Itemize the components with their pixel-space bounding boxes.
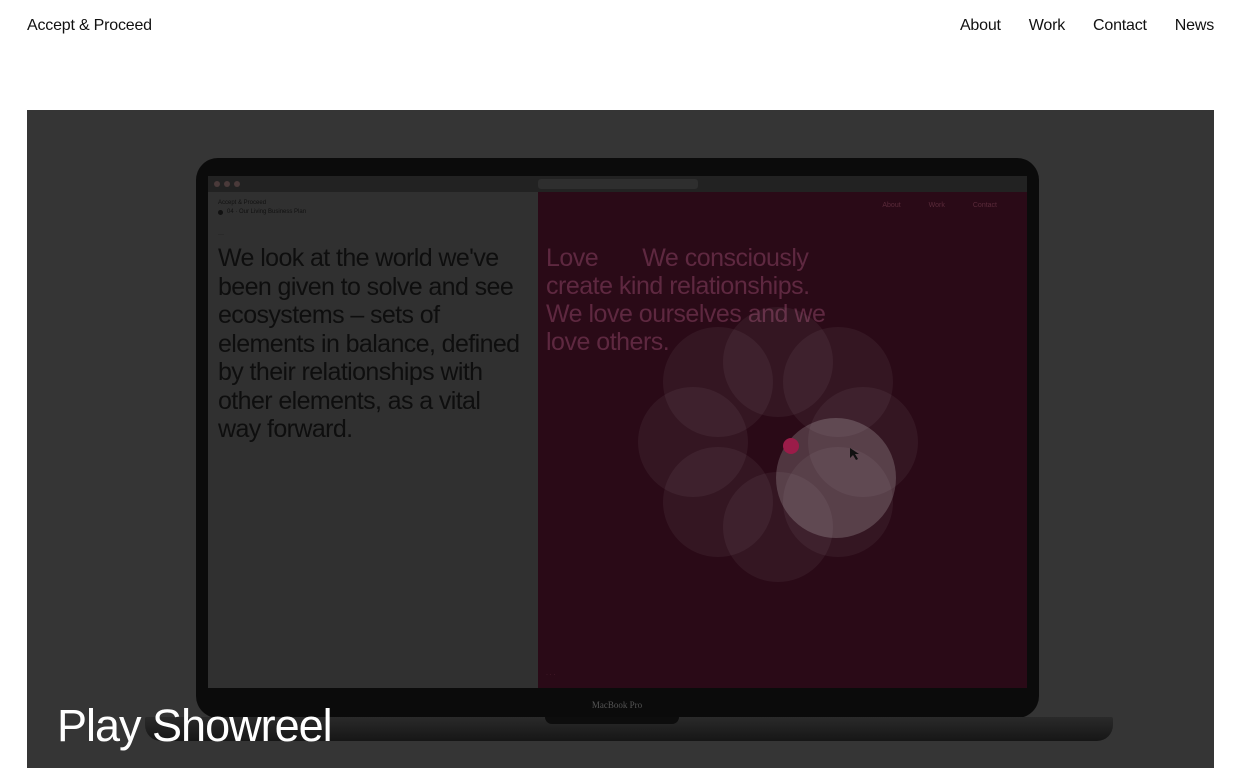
main-nav: About Work Contact News: [960, 17, 1214, 35]
browser-bar: [208, 176, 1027, 192]
screen-heading-word: Love: [546, 244, 599, 272]
screen-nav-work: Work: [928, 202, 945, 209]
brand-logo-link[interactable]: Accept & Proceed: [27, 17, 152, 35]
screen-nav-about: About: [882, 202, 901, 209]
screen-subtitle: 04 · Our Living Business Plan: [218, 209, 306, 215]
laptop-screen: Accept & Proceed 04 · Our Living Busines…: [208, 176, 1027, 688]
laptop-model-label: MacBook Pro: [591, 700, 643, 710]
showreel-hero[interactable]: Accept & Proceed 04 · Our Living Busines…: [27, 110, 1214, 768]
flower-graphic-icon: [638, 307, 918, 582]
screen-left-text: We look at the world we've been given to…: [218, 244, 520, 443]
screen-subtitle-text: 04 · Our Living Business Plan: [227, 209, 307, 215]
accent-dot: [783, 438, 799, 454]
screen-nav-contact: Contact: [972, 202, 997, 209]
dot-icon: [218, 209, 223, 215]
window-controls-icon: [214, 181, 240, 187]
screen-tag: ···: [218, 232, 224, 238]
cursor-bubble: [776, 418, 896, 538]
nav-work[interactable]: Work: [1029, 17, 1065, 35]
nav-news[interactable]: News: [1175, 17, 1214, 35]
nav-about[interactable]: About: [960, 17, 1001, 35]
laptop-notch: [545, 717, 679, 724]
site-header: Accept & Proceed About Work Contact News: [0, 0, 1240, 56]
url-bar: [538, 179, 698, 189]
play-showreel-button[interactable]: Play Showreel: [57, 700, 333, 752]
screen-right-pane: About Work Contact Love We consciously cr…: [538, 192, 1027, 688]
screen-left-pane: Accept & Proceed 04 · Our Living Busines…: [208, 192, 538, 688]
nav-contact[interactable]: Contact: [1093, 17, 1147, 35]
screen-footer: · · ·: [546, 672, 556, 678]
screen-brand: Accept & Proceed: [218, 200, 267, 206]
screen-nav: About Work Contact: [882, 202, 997, 209]
